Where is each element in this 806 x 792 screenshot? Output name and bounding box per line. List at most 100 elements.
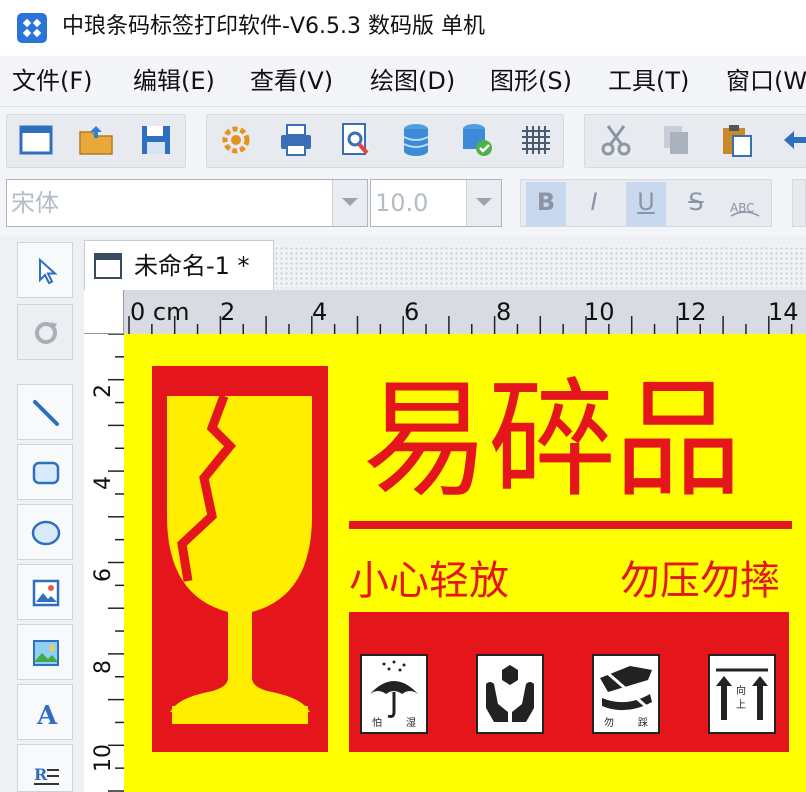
grid-icon[interactable] bbox=[516, 120, 556, 160]
ruler-left-label-2: 2 bbox=[91, 384, 116, 398]
rich-text-icon: R bbox=[34, 765, 59, 785]
menu-file[interactable]: 文件(F) bbox=[12, 64, 93, 98]
menu-edit[interactable]: 编辑(E) bbox=[133, 64, 215, 98]
text-tool-button[interactable]: A bbox=[17, 684, 73, 740]
toolbar-group-print bbox=[206, 114, 564, 168]
no-step-icon: 勿 踩 bbox=[600, 666, 652, 729]
menu-shape[interactable]: 图形(S) bbox=[490, 64, 572, 98]
ruler-label-14: 14 bbox=[768, 298, 799, 326]
chevron-down-icon bbox=[342, 198, 358, 206]
chevron-down-icon bbox=[476, 198, 492, 206]
bold-button[interactable]: B bbox=[526, 182, 566, 226]
svg-text:向: 向 bbox=[736, 684, 746, 697]
database-icon[interactable] bbox=[396, 120, 436, 160]
line-tool-button[interactable] bbox=[17, 384, 73, 440]
tab-strip-background bbox=[274, 246, 806, 288]
svg-text:怕: 怕 bbox=[372, 716, 382, 729]
vertical-ruler-ticks bbox=[108, 334, 124, 792]
picture-tool-button[interactable] bbox=[17, 624, 73, 680]
ellipse-icon bbox=[31, 520, 61, 546]
keep-dry-pictogram: 怕 湿 bbox=[360, 654, 428, 734]
ruler-label-0: 0 cm bbox=[130, 298, 190, 326]
font-size-value: 10.0 bbox=[375, 189, 429, 217]
tool-panel: A R bbox=[0, 236, 84, 792]
label-do-not-crush: 勿压勿摔 bbox=[620, 558, 780, 604]
font-name-dropdown[interactable] bbox=[332, 180, 367, 226]
cut-icon[interactable] bbox=[596, 120, 636, 160]
menu-tools[interactable]: 工具(T) bbox=[608, 64, 689, 98]
strike-label: S bbox=[688, 188, 704, 216]
rotate-tool-button[interactable] bbox=[17, 304, 73, 360]
bold-label: B bbox=[536, 188, 556, 216]
rounded-rectangle-icon bbox=[32, 461, 60, 485]
underline-label: U bbox=[637, 188, 655, 216]
italic-label: I bbox=[590, 188, 598, 216]
ruler-corner bbox=[84, 290, 124, 334]
menu-bar: 文件(F) 编辑(E) 查看(V) 绘图(D) 图形(S) 工具(T) 窗口(W bbox=[0, 56, 806, 106]
copy-icon[interactable] bbox=[656, 120, 696, 160]
svg-text:湿: 湿 bbox=[406, 717, 416, 729]
spacing-icon[interactable]: ABC bbox=[728, 194, 762, 220]
window-title: 中琅条码标签打印软件-V6.5.3 数码版 单机 bbox=[62, 14, 485, 39]
print-icon[interactable] bbox=[276, 120, 316, 160]
font-name-value: 宋体 bbox=[11, 189, 59, 217]
rich-text-tool-button[interactable]: R bbox=[17, 744, 73, 792]
ruler-left-label-4: 4 bbox=[91, 476, 116, 490]
svg-text:勿: 勿 bbox=[604, 717, 614, 729]
label-divider bbox=[349, 521, 792, 529]
svg-text:R: R bbox=[34, 765, 48, 784]
select-tool-button[interactable] bbox=[17, 242, 73, 298]
text-a-icon: A bbox=[36, 701, 58, 728]
font-name-select[interactable]: 宋体 bbox=[6, 179, 368, 227]
underline-button[interactable]: U bbox=[626, 182, 666, 226]
ruler-label-8: 8 bbox=[496, 298, 512, 326]
format-group-overflow bbox=[792, 179, 806, 227]
label-title: 易碎品 bbox=[362, 366, 742, 515]
settings-gear-icon[interactable] bbox=[216, 120, 256, 160]
handle-with-care-pictogram bbox=[476, 654, 544, 734]
ruler-label-12: 12 bbox=[676, 298, 707, 326]
fragile-label[interactable]: 易碎品 小心轻放 勿压勿摔 怕 湿 勿 踩 向 上 bbox=[124, 334, 806, 792]
picture-icon bbox=[33, 640, 59, 666]
paste-icon[interactable] bbox=[716, 120, 756, 160]
database-settings-icon[interactable] bbox=[456, 120, 496, 160]
undo-icon[interactable] bbox=[776, 120, 806, 160]
this-way-up-pictogram: 向 上 bbox=[708, 654, 776, 734]
document-window-icon bbox=[94, 253, 122, 279]
main-toolbar bbox=[0, 106, 806, 173]
ruler-left-label-8: 8 bbox=[91, 660, 116, 674]
print-preview-icon[interactable] bbox=[336, 120, 376, 160]
italic-button[interactable]: I bbox=[574, 182, 614, 226]
strikethrough-button[interactable]: S bbox=[676, 182, 716, 226]
fragile-symbol-panel bbox=[152, 366, 328, 752]
font-size-dropdown[interactable] bbox=[466, 180, 501, 226]
format-toolbar: 宋体 10.0 B I U S ABC bbox=[0, 172, 806, 236]
menu-view[interactable]: 查看(V) bbox=[250, 64, 333, 98]
broken-glass-icon bbox=[167, 394, 312, 724]
ellipse-tool-button[interactable] bbox=[17, 504, 73, 560]
rectangle-tool-button[interactable] bbox=[17, 444, 73, 500]
save-icon[interactable] bbox=[136, 120, 176, 160]
app-logo-icon bbox=[17, 13, 47, 43]
svg-text:A: A bbox=[36, 701, 58, 728]
this-way-up-icon: 向 上 bbox=[716, 668, 768, 720]
menu-draw[interactable]: 绘图(D) bbox=[370, 64, 455, 98]
document-tab-label: 未命名-1 * bbox=[134, 252, 250, 280]
ruler-label-10: 10 bbox=[584, 298, 615, 326]
new-document-icon[interactable] bbox=[16, 120, 56, 160]
image-tool-button[interactable] bbox=[17, 564, 73, 620]
label-handle-with-care: 小心轻放 bbox=[349, 558, 509, 604]
open-folder-icon[interactable] bbox=[76, 120, 116, 160]
svg-text:踩: 踩 bbox=[638, 717, 648, 729]
menu-window[interactable]: 窗口(W bbox=[726, 64, 806, 98]
do-not-step-pictogram: 勿 踩 bbox=[592, 654, 660, 734]
ruler-label-4: 4 bbox=[312, 298, 328, 326]
ruler-label-2: 2 bbox=[220, 298, 236, 326]
svg-text:上: 上 bbox=[736, 699, 746, 711]
line-icon bbox=[33, 400, 59, 426]
image-icon bbox=[32, 579, 60, 607]
rotate-icon bbox=[35, 322, 57, 344]
hands-box-icon bbox=[486, 665, 534, 722]
umbrella-icon: 怕 湿 bbox=[370, 660, 418, 729]
font-size-select[interactable]: 10.0 bbox=[370, 179, 502, 227]
